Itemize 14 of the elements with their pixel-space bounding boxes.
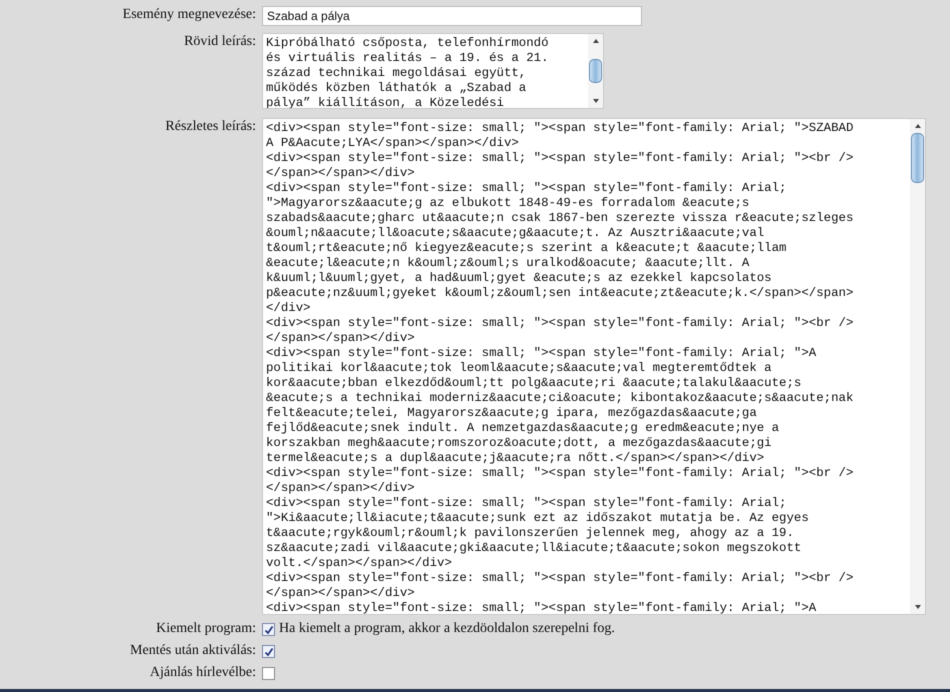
field-label: Esemény megnevezése: xyxy=(122,6,257,24)
checkbox[interactable] xyxy=(262,623,275,636)
option-label: Mentés után aktiválás: xyxy=(129,642,257,660)
checkbox[interactable] xyxy=(262,645,275,658)
field-label: Rövid leírás: xyxy=(183,33,257,51)
field-label: Részletes leírás: xyxy=(164,118,257,136)
scrollbar[interactable] xyxy=(588,34,603,108)
option-hint: Ha kiemelt a program, akkor a kezdöoldalon szerepelni fog. xyxy=(279,620,615,638)
option-label: Ajánlás hírlevélbe: xyxy=(148,664,257,682)
field-text: <div><span style="font-size: small; "><span style="font-family: Arial; ">SZABAD A P&Aacute;LYA</span></span></div> <div><span style="font-size: small; "><span style="font-family: Arial; "><br /> </span></span></div> <div><span style="font-size: small; "><span style="font-family: Arial; ">Magyarorsz&aacute;g az elbukott 1848-49-es forradalom &eacute;s szabads&aacute;gharc ut&aacute;n csak 1867-ben szerezte vissza r&eacute;szleges &ouml;n&aacute;ll&oacute;s&aacute;g&aacute;t. Az Ausztri&aacute;val t&ouml;rt&eacute;nő kiegyez&eacute;s szerint a k&eacute;t &aacute;llam &eacute;l&eacute;n k&ouml;z&ouml;s uralkod&oacute; &aacute;llt. A k&uuml;l&uuml;gyet, a had&uuml;gyet &eacute;s az ezekkel kapcsolatos p&eacute;nz&uuml;gyeket k&ouml;z&ouml;sen int&eacute;zt&eacute;k.</span></span> </div> <div><span style="font-size: small; "><span style="font-family: Arial; "><br /> </span></span></div> <div><span style="font-size: small; "><span style="font-family: Arial; ">A politikai korl&aacute;tok leoml&aacute;s&aacute;val megteremtődtek a kor&aacute;bban elkezdőd&ouml;tt polg&aacute;ri &aacute;talakul&aacute;s &eacute;s a technikai moderniz&aacute;ci&oacute; kibontakoz&aacute;s&aacute;nak felt&eacute;telei, Magyarorsz&aacute;g ipara, mezőgazdas&aacute;ga fejlőd&eacute;snek indult. A nemzetgazdas&aacute;g eredm&eacute;nye a korszakban megh&aacute;romszoroz&oacute;dott, a mezőgazdas&aacute;gi termel&eacute;s a dupl&aacute;j&aacute;ra nőtt.</span></span></div> <div><span style="font-size: small; "><span style="font-family: Arial; "><br /> </span></span></div> <div><span style="font-size: small; "><span style="font-family: Arial; ">Ki&aacute;ll&iacute;t&aacute;sunk ezt az időszakot mutatja be. Az egyes t&aacute;rgyk&ouml;r&ouml;k pavilonszerűen jelennek meg, ahogy az a 19. sz&aacute;zadi vil&aacute;gki&aacute;ll&iacute;t&aacute;sokon megszokott volt.</span></span></div> <div><span style="font-size: small; "><span style="font-family: Arial; "><br /> </span></span></div> <div><span style="font-size: small; "><span style="font-family: Arial; ">A xyxy=(265,120,854,614)
event-name-input[interactable]: Szabad a pálya xyxy=(262,6,642,26)
scrollbar[interactable] xyxy=(910,119,925,614)
checkbox[interactable] xyxy=(262,667,275,680)
option-label: Kiemelt program: xyxy=(155,620,257,638)
